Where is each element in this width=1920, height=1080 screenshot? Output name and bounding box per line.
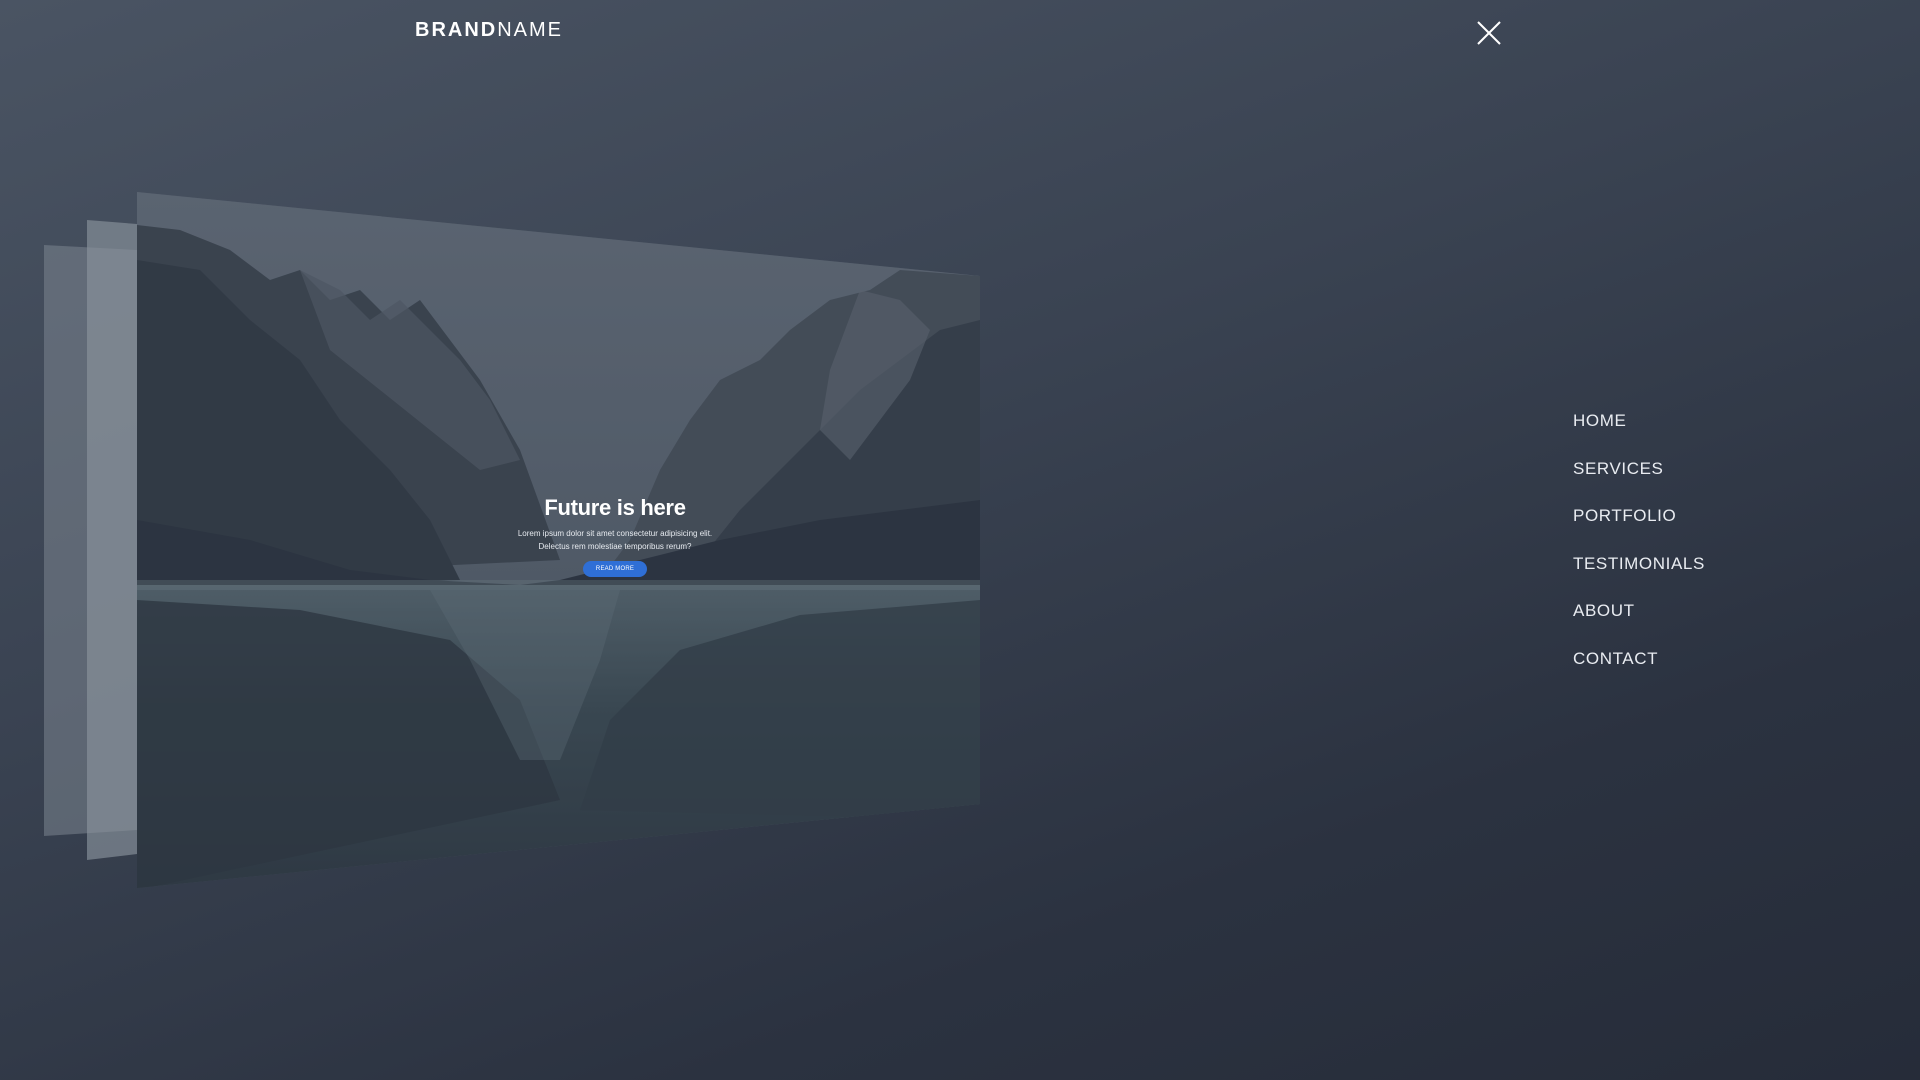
hero-content: Future is here Lorem ipsum dolor sit ame… xyxy=(480,495,750,577)
nav-menu: HOME SERVICES PORTFOLIO TESTIMONIALS ABO… xyxy=(1573,408,1705,693)
hero-subtitle-line-1: Lorem ipsum dolor sit amet consectetur a… xyxy=(517,529,713,538)
menu-item-about[interactable]: ABOUT xyxy=(1573,598,1705,646)
menu-item-home[interactable]: HOME xyxy=(1573,408,1705,456)
hero-subtitle: Lorem ipsum dolor sit amet consectetur a… xyxy=(515,527,715,553)
hero-subtitle-line-2: Delectus rem molestiae temporibus rerum? xyxy=(538,542,692,551)
menu-item-portfolio[interactable]: PORTFOLIO xyxy=(1573,503,1705,551)
back-panel-mid xyxy=(87,220,137,860)
hero-title: Future is here xyxy=(544,495,686,520)
close-icon[interactable] xyxy=(1474,18,1504,48)
menu-item-testimonials[interactable]: TESTIMONIALS xyxy=(1573,551,1705,599)
read-more-button[interactable]: READ MORE xyxy=(582,561,648,577)
menu-item-services[interactable]: SERVICES xyxy=(1573,456,1705,504)
menu-item-contact[interactable]: CONTACT xyxy=(1573,646,1705,694)
